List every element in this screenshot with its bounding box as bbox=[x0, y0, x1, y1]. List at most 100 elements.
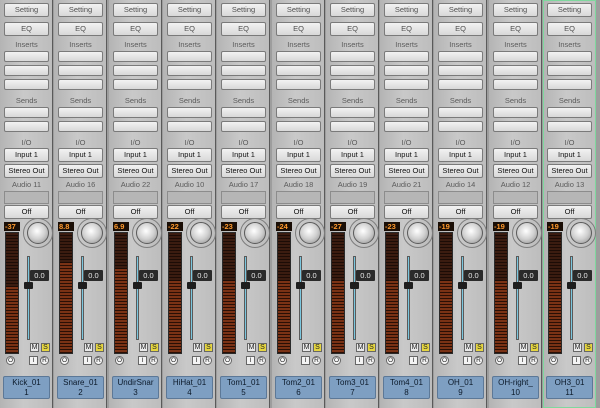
volume-readout[interactable]: 0.0 bbox=[247, 270, 266, 281]
setting-button[interactable]: Setting bbox=[547, 3, 592, 17]
mute-button[interactable]: M bbox=[573, 343, 582, 352]
insert-slot-2[interactable] bbox=[58, 65, 103, 76]
solo-button[interactable]: S bbox=[367, 343, 376, 352]
mute-button[interactable]: M bbox=[356, 343, 365, 352]
insert-slot-3[interactable] bbox=[221, 79, 266, 90]
volume-fader-handle[interactable] bbox=[404, 282, 413, 289]
insert-slot-2[interactable] bbox=[384, 65, 429, 76]
volume-fader-handle[interactable] bbox=[24, 282, 33, 289]
setting-button[interactable]: Setting bbox=[221, 3, 266, 17]
record-enable-button[interactable]: R bbox=[529, 356, 538, 365]
automation-mode-button[interactable]: Off bbox=[384, 205, 429, 219]
mute-button[interactable]: M bbox=[410, 343, 419, 352]
track-name-plate[interactable]: OH3_01 11 bbox=[546, 376, 593, 399]
setting-button[interactable]: Setting bbox=[438, 3, 483, 17]
input-selector[interactable]: Input 1 bbox=[547, 148, 592, 162]
send-slot-2[interactable] bbox=[167, 121, 212, 132]
pan-knob[interactable] bbox=[353, 222, 375, 244]
automation-mode-button[interactable]: Off bbox=[493, 205, 538, 219]
insert-slot-1[interactable] bbox=[384, 51, 429, 62]
record-enable-button[interactable]: R bbox=[583, 356, 592, 365]
insert-slot-3[interactable] bbox=[167, 79, 212, 90]
volume-readout[interactable]: 0.0 bbox=[84, 270, 103, 281]
insert-slot-1[interactable] bbox=[330, 51, 375, 62]
mute-button[interactable]: M bbox=[302, 343, 311, 352]
eq-button[interactable]: EQ bbox=[384, 22, 429, 36]
group-slot[interactable] bbox=[4, 191, 49, 204]
eq-button[interactable]: EQ bbox=[438, 22, 483, 36]
pan-knob[interactable] bbox=[136, 222, 158, 244]
send-slot-1[interactable] bbox=[438, 107, 483, 118]
group-slot[interactable] bbox=[438, 191, 483, 204]
volume-readout[interactable]: 0.0 bbox=[573, 270, 592, 281]
insert-slot-3[interactable] bbox=[547, 79, 592, 90]
pan-knob[interactable] bbox=[190, 222, 212, 244]
monitor-button[interactable]: O bbox=[169, 356, 178, 365]
peak-readout[interactable]: -19 bbox=[547, 222, 563, 231]
volume-fader-handle[interactable] bbox=[458, 282, 467, 289]
volume-fader-track[interactable] bbox=[353, 256, 356, 340]
record-enable-button[interactable]: R bbox=[149, 356, 158, 365]
automation-mode-button[interactable]: Off bbox=[4, 205, 49, 219]
send-slot-1[interactable] bbox=[167, 107, 212, 118]
automation-mode-button[interactable]: Off bbox=[221, 205, 266, 219]
record-enable-button[interactable]: R bbox=[257, 356, 266, 365]
output-selector[interactable]: Stereo Out bbox=[4, 164, 49, 178]
send-slot-1[interactable] bbox=[493, 107, 538, 118]
input-monitor-button[interactable]: I bbox=[518, 356, 527, 365]
solo-button[interactable]: S bbox=[313, 343, 322, 352]
mute-button[interactable]: M bbox=[139, 343, 148, 352]
monitor-button[interactable]: O bbox=[440, 356, 449, 365]
pan-knob[interactable] bbox=[407, 222, 429, 244]
insert-slot-1[interactable] bbox=[493, 51, 538, 62]
monitor-button[interactable]: O bbox=[495, 356, 504, 365]
input-monitor-button[interactable]: I bbox=[355, 356, 364, 365]
monitor-button[interactable]: O bbox=[6, 356, 15, 365]
input-monitor-button[interactable]: I bbox=[138, 356, 147, 365]
mute-button[interactable]: M bbox=[247, 343, 256, 352]
send-slot-2[interactable] bbox=[4, 121, 49, 132]
volume-fader-handle[interactable] bbox=[567, 282, 576, 289]
solo-button[interactable]: S bbox=[41, 343, 50, 352]
track-name-plate[interactable]: UndirSnar 3 bbox=[112, 376, 159, 399]
track-name-plate[interactable]: OH_01 9 bbox=[437, 376, 484, 399]
volume-fader-track[interactable] bbox=[136, 256, 139, 340]
peak-readout[interactable]: -27 bbox=[330, 222, 346, 231]
send-slot-1[interactable] bbox=[276, 107, 321, 118]
monitor-button[interactable]: O bbox=[386, 356, 395, 365]
monitor-button[interactable]: O bbox=[278, 356, 287, 365]
send-slot-1[interactable] bbox=[330, 107, 375, 118]
setting-button[interactable]: Setting bbox=[113, 3, 158, 17]
track-name-plate[interactable]: Tom4_01 8 bbox=[383, 376, 430, 399]
output-selector[interactable]: Stereo Out bbox=[384, 164, 429, 178]
insert-slot-2[interactable] bbox=[4, 65, 49, 76]
input-selector[interactable]: Input 1 bbox=[493, 148, 538, 162]
peak-readout[interactable]: -24 bbox=[276, 222, 292, 231]
eq-button[interactable]: EQ bbox=[4, 22, 49, 36]
pan-knob[interactable] bbox=[27, 222, 49, 244]
monitor-button[interactable]: O bbox=[115, 356, 124, 365]
send-slot-2[interactable] bbox=[221, 121, 266, 132]
output-selector[interactable]: Stereo Out bbox=[438, 164, 483, 178]
insert-slot-1[interactable] bbox=[547, 51, 592, 62]
input-monitor-button[interactable]: I bbox=[246, 356, 255, 365]
automation-mode-button[interactable]: Off bbox=[330, 205, 375, 219]
eq-button[interactable]: EQ bbox=[113, 22, 158, 36]
automation-mode-button[interactable]: Off bbox=[58, 205, 103, 219]
send-slot-1[interactable] bbox=[58, 107, 103, 118]
send-slot-1[interactable] bbox=[384, 107, 429, 118]
insert-slot-1[interactable] bbox=[113, 51, 158, 62]
insert-slot-2[interactable] bbox=[113, 65, 158, 76]
send-slot-2[interactable] bbox=[58, 121, 103, 132]
volume-fader-track[interactable] bbox=[190, 256, 193, 340]
group-slot[interactable] bbox=[384, 191, 429, 204]
volume-fader-track[interactable] bbox=[81, 256, 84, 340]
peak-readout[interactable]: 8.8 bbox=[58, 222, 74, 231]
volume-readout[interactable]: 0.0 bbox=[464, 270, 483, 281]
insert-slot-1[interactable] bbox=[58, 51, 103, 62]
input-monitor-button[interactable]: I bbox=[29, 356, 38, 365]
insert-slot-3[interactable] bbox=[113, 79, 158, 90]
pan-knob[interactable] bbox=[461, 222, 483, 244]
output-selector[interactable]: Stereo Out bbox=[330, 164, 375, 178]
insert-slot-3[interactable] bbox=[384, 79, 429, 90]
